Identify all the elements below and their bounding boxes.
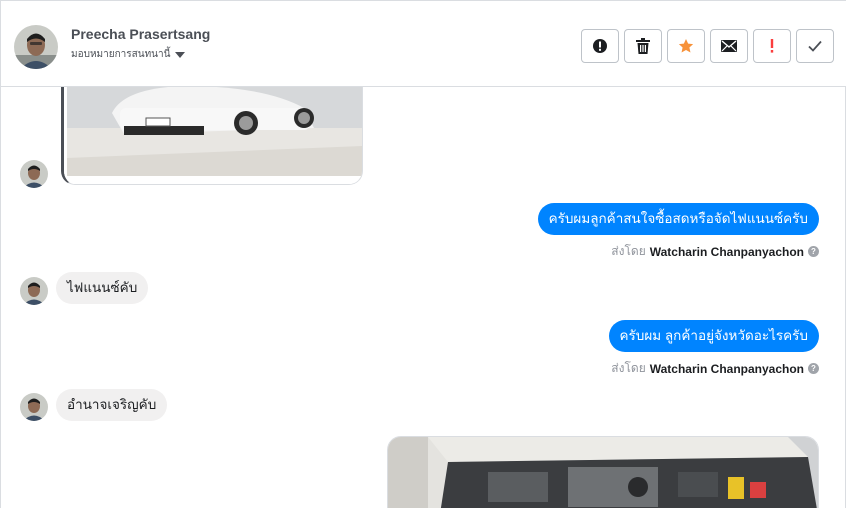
- report-spam-button[interactable]: [581, 29, 619, 63]
- star-button[interactable]: [667, 29, 705, 63]
- envelope-icon: [721, 40, 737, 52]
- engine-photo: [388, 437, 818, 508]
- caret-down-icon: [175, 52, 186, 58]
- incoming-message[interactable]: อำนาจเจริญคับ: [56, 389, 168, 421]
- check-icon: [808, 40, 822, 52]
- conversation-header: Preecha Prasertsang มอบหมายการสนทนานี้: [1, 1, 846, 87]
- exclamation-icon: [770, 39, 774, 53]
- star-icon: [678, 39, 694, 53]
- outgoing-message[interactable]: ครับผม ลูกค้าอยู่จังหวัดอะไรครับ: [608, 320, 819, 352]
- sent-by-info: ส่งโดย Watcharin Chanpanyachon ?: [611, 242, 819, 261]
- exclamation-circle-icon: [593, 39, 607, 53]
- sender-name[interactable]: Watcharin Chanpanyachon: [650, 362, 804, 376]
- outgoing-message[interactable]: ครับผมลูกค้าสนใจซื้อสดหรือจัดไฟแนนซ์ครับ: [537, 203, 819, 235]
- conversation-actions-toolbar: [581, 29, 834, 63]
- sent-by-label: ส่งโดย: [611, 361, 646, 375]
- trash-icon: [636, 38, 650, 54]
- assign-conversation-dropdown[interactable]: มอบหมายการสนทนานี้: [71, 47, 186, 62]
- sender-name[interactable]: Watcharin Chanpanyachon: [650, 245, 804, 259]
- assign-label: มอบหมายการสนทนานี้: [71, 49, 171, 60]
- mark-done-button[interactable]: [796, 29, 834, 63]
- help-icon[interactable]: ?: [808, 246, 819, 257]
- help-icon[interactable]: ?: [808, 363, 819, 374]
- message-thread[interactable]: ครับผมลูกค้าสนใจซื้อสดหรือจัดไฟแนนซ์ครับ…: [1, 87, 846, 508]
- sent-by-label: ส่งโดย: [611, 244, 646, 258]
- contact-avatar-small[interactable]: [20, 160, 48, 188]
- contact-avatar[interactable]: [14, 25, 58, 69]
- conversation-panel: Preecha Prasertsang มอบหมายการสนทนานี้ ค…: [0, 0, 846, 508]
- car-photo: [64, 87, 362, 184]
- delete-button[interactable]: [624, 29, 662, 63]
- sent-by-info: ส่งโดย Watcharin Chanpanyachon ?: [611, 359, 819, 378]
- contact-avatar-small[interactable]: [20, 393, 48, 421]
- incoming-message[interactable]: ไฟแนนซ์คับ: [56, 272, 149, 304]
- contact-name: Preecha Prasertsang: [71, 26, 211, 42]
- incoming-image-message[interactable]: [61, 87, 363, 185]
- follow-up-button[interactable]: [753, 29, 791, 63]
- mark-unread-button[interactable]: [710, 29, 748, 63]
- contact-avatar-small[interactable]: [20, 277, 48, 305]
- outgoing-image-message[interactable]: [387, 436, 819, 508]
